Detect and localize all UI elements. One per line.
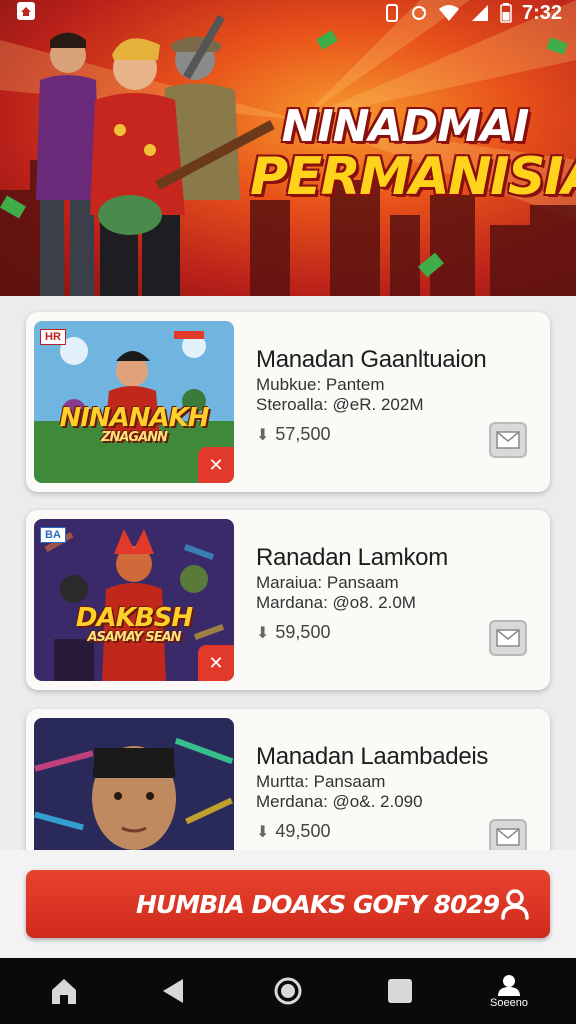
mail-icon	[496, 431, 520, 449]
cta-button[interactable]: HUMBIA DOAKS GOFY 8029	[26, 870, 550, 938]
nav-profile-button[interactable]: Soeeno	[484, 958, 534, 1024]
downvote-arrow-icon: ⬇	[256, 823, 270, 841]
signal-icon	[470, 4, 490, 22]
nav-back-button[interactable]	[156, 958, 190, 1024]
thumbnail-logo: DAKBSH ASAMAY SEAN	[44, 605, 224, 644]
mail-button[interactable]	[489, 819, 527, 850]
hero-title-line2: PERMANISIA	[250, 147, 576, 208]
thumbnail-logo-subtext: ASAMAY SEAN	[87, 630, 181, 645]
recents-square-icon	[388, 979, 412, 1003]
status-bar: 7:32	[0, 0, 576, 26]
hero-title-line1: NINADMAI	[281, 101, 530, 152]
mail-icon	[496, 629, 520, 647]
list-item[interactable]: HR NINANAKH ZNAGANN ✕ Manadan Gaanltuaio…	[26, 312, 550, 492]
nav-profile-label: Soeeno	[490, 996, 528, 1009]
card-count-value: 59,500	[275, 622, 331, 642]
mail-button[interactable]	[489, 620, 527, 656]
thumbnail-tag: BA	[40, 527, 66, 543]
card-meta: Steroalla: @eR. 202M	[256, 395, 424, 414]
vibrate-icon	[384, 4, 400, 22]
card-count: ⬇ 59,500	[256, 622, 330, 643]
card-subtitle: Maraiua: Pansaam	[256, 573, 399, 592]
hero-title: NINADMAI PERMANISIA	[250, 101, 576, 208]
downvote-arrow-icon: ⬇	[256, 426, 270, 444]
nav-recents-button[interactable]	[384, 958, 416, 1024]
nav-home-circle-button[interactable]	[270, 958, 306, 1024]
card-thumbnail[interactable]	[34, 718, 234, 850]
card-subtitle: Murtta: Pansaam	[256, 772, 386, 791]
home-badge-icon	[16, 1, 36, 26]
person-icon	[500, 888, 530, 925]
card-thumbnail[interactable]: HR NINANAKH ZNAGANN ✕	[34, 321, 234, 483]
sync-icon	[410, 4, 428, 22]
profile-icon	[498, 974, 520, 996]
nav-home-button[interactable]	[44, 958, 84, 1024]
mail-button[interactable]	[489, 422, 527, 458]
cta-label: HUMBIA DOAKS GOFY 8029	[136, 889, 500, 919]
list-item[interactable]: BA DAKBSH ASAMAY SEAN ✕ Ranadan Lamkom M…	[26, 510, 550, 690]
card-title: Ranadan Lamkom	[256, 544, 448, 571]
card-count-value: 49,500	[275, 821, 331, 841]
card-subtitle: Mubkue: Pantem	[256, 375, 385, 394]
thumbnail-corner-icon: ✕	[198, 645, 234, 681]
thumbnail-tag: HR	[40, 329, 66, 345]
card-title: Manadan Laambadeis	[256, 743, 489, 770]
navigation-bar: Soeeno	[0, 958, 576, 1024]
card-thumbnail[interactable]: BA DAKBSH ASAMAY SEAN ✕	[34, 519, 234, 681]
mail-icon	[496, 828, 520, 846]
cta-area: HUMBIA DOAKS GOFY 8029	[0, 850, 576, 958]
thumbnail-corner-icon: ✕	[198, 447, 234, 483]
battery-icon	[500, 3, 512, 23]
wifi-icon	[438, 4, 460, 22]
thumbnail-logo-text: DAKBSH	[75, 603, 193, 633]
circle-home-icon	[274, 977, 302, 1005]
downvote-arrow-icon: ⬇	[256, 624, 270, 642]
thumbnail-logo-text: NINANAKH	[59, 403, 209, 433]
hero-banner[interactable]: NINADMAI PERMANISIA	[0, 0, 576, 296]
card-count-value: 57,500	[275, 424, 331, 444]
game-list[interactable]: HR NINANAKH ZNAGANN ✕ Manadan Gaanltuaio…	[0, 296, 576, 850]
thumbnail-logo: NINANAKH ZNAGANN	[44, 405, 224, 444]
back-triangle-icon	[163, 979, 183, 1003]
home-icon	[52, 979, 76, 1004]
card-count: ⬇ 57,500	[256, 424, 330, 445]
card-count: ⬇ 49,500	[256, 821, 330, 842]
card-meta: Merdana: @o&. 2.090	[256, 792, 423, 811]
card-meta: Mardana: @o8. 2.0M	[256, 593, 416, 612]
list-item[interactable]: Manadan Laambadeis Murtta: Pansaam Merda…	[26, 709, 550, 850]
status-time: 7:32	[521, 1, 562, 24]
card-title: Manadan Gaanltuaion	[256, 346, 487, 373]
thumbnail-art	[34, 718, 234, 850]
